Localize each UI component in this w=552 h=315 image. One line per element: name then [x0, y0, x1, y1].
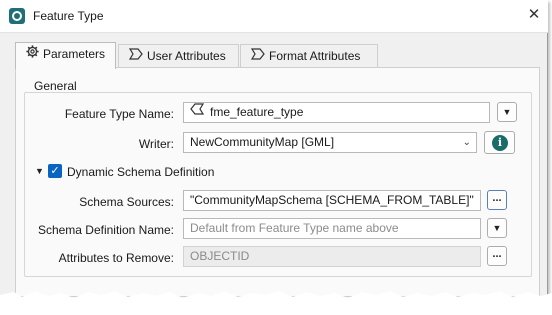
attributes-to-remove-value: OBJECTID: [190, 249, 250, 263]
window-title: Feature Type: [33, 9, 104, 23]
gear-icon: [26, 43, 39, 65]
chevron-down-icon: ⌄: [462, 137, 471, 148]
general-group-label: General: [34, 79, 77, 93]
tab-format-attributes[interactable]: Format Attributes: [240, 44, 378, 68]
feature-type-dialog: Feature Type ✕ Parameters User Attribute…: [0, 0, 548, 315]
tab-user-attributes[interactable]: User Attributes: [118, 44, 239, 68]
tab-format-attributes-label: Format Attributes: [269, 49, 361, 63]
torn-edge-decoration: [0, 291, 552, 315]
schema-definition-name-label: Schema Definition Name:: [37, 223, 174, 237]
feature-type-name-menu-button[interactable]: ▼: [497, 102, 517, 122]
schema-sources-browse-button[interactable]: ...: [487, 190, 507, 210]
app-icon: [9, 8, 25, 24]
tag-icon: [250, 45, 265, 67]
attributes-to-remove-label: Attributes to Remove:: [58, 251, 174, 265]
writer-label: Writer:: [138, 137, 174, 151]
schema-sources-input[interactable]: "CommunityMapSchema [SCHEMA_FROM_TABLE]": [183, 190, 481, 211]
close-button[interactable]: ✕: [523, 4, 545, 26]
schema-definition-name-placeholder: Default from Feature Type name above: [190, 221, 399, 235]
schema-definition-name-menu-button[interactable]: ▼: [487, 218, 507, 238]
tab-parameters[interactable]: Parameters: [15, 42, 116, 69]
feature-type-icon: [190, 103, 205, 121]
tab-user-attributes-label: User Attributes: [147, 49, 226, 63]
tag-icon: [128, 45, 143, 67]
dynamic-schema-label: Dynamic Schema Definition: [67, 165, 215, 179]
info-icon: i: [492, 135, 508, 151]
schema-sources-value: "CommunityMapSchema [SCHEMA_FROM_TABLE]": [190, 193, 474, 207]
schema-definition-name-input[interactable]: Default from Feature Type name above: [183, 218, 481, 239]
attributes-to-remove-input[interactable]: OBJECTID: [183, 246, 481, 267]
feature-type-name-label: Feature Type Name:: [64, 107, 174, 121]
writer-info-button[interactable]: i: [484, 131, 515, 154]
tab-parameters-label: Parameters: [43, 47, 106, 61]
collapse-toggle-icon[interactable]: ▼: [35, 166, 44, 176]
title-bar: Feature Type ✕: [0, 0, 548, 33]
feature-type-name-value: fme_feature_type: [210, 105, 304, 119]
feature-type-name-input[interactable]: fme_feature_type: [183, 102, 490, 123]
writer-select[interactable]: NewCommunityMap [GML] ⌄: [183, 132, 477, 153]
schema-sources-label: Schema Sources:: [79, 195, 174, 209]
writer-value: NewCommunityMap [GML]: [190, 135, 335, 149]
attributes-to-remove-browse-button[interactable]: ...: [487, 246, 507, 266]
dynamic-schema-checkbox[interactable]: ✓: [48, 164, 62, 178]
